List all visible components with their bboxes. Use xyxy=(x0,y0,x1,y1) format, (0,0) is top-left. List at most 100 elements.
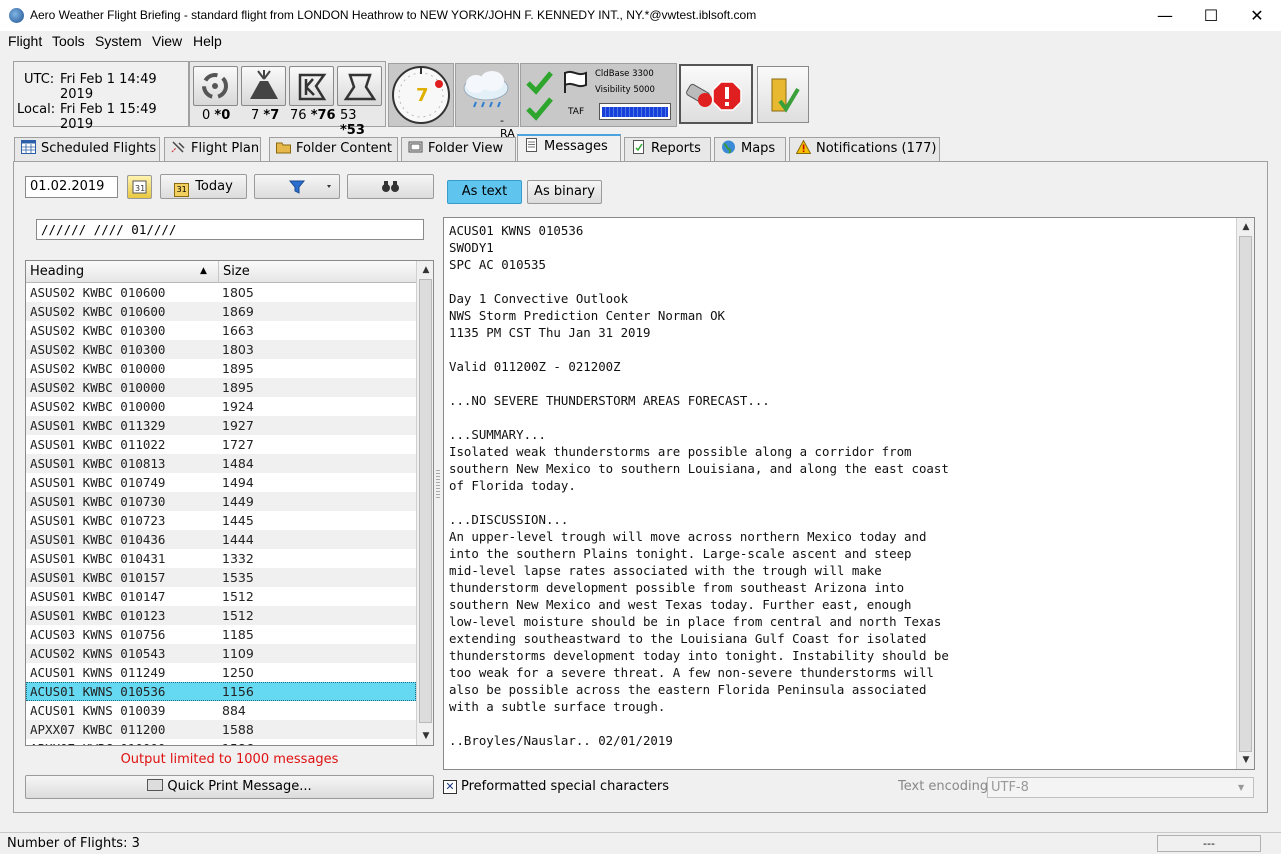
tab-reports[interactable]: Reports xyxy=(624,137,711,161)
tab-scheduled-flights[interactable]: Scheduled Flights xyxy=(14,137,160,161)
row-size: 1109 xyxy=(222,646,254,661)
menu-view[interactable]: View xyxy=(152,33,182,49)
message-list: Heading ▲ Size ASUS02 KWBC 010600 1805 ASU… xyxy=(25,260,434,746)
scroll-thumb[interactable] xyxy=(419,279,432,723)
row-heading: APXX07 KWBC 011200 xyxy=(30,722,166,737)
tab-messages[interactable]: Messages xyxy=(517,134,621,162)
table-row[interactable]: APXX07 KWBC 010000 1586 xyxy=(26,739,416,745)
calendar-icon: 31 xyxy=(132,180,147,194)
binoculars-icon xyxy=(382,181,399,192)
row-heading: ASUS02 KWBC 010300 xyxy=(30,323,166,338)
table-row[interactable]: ASUS01 KWBC 010436 1444 xyxy=(26,530,416,549)
sigmet-button[interactable] xyxy=(289,66,334,106)
status-bar: Number of Flights: 3 --- xyxy=(0,832,1281,854)
tab-label: Messages xyxy=(544,139,608,154)
filter-button[interactable] xyxy=(254,174,340,199)
row-size: 1512 xyxy=(222,589,254,604)
tab-folder-content[interactable]: Folder Content xyxy=(269,137,398,161)
table-row[interactable]: ASUS02 KWBC 010000 1895 xyxy=(26,359,416,378)
table-row[interactable]: ASUS01 KWBC 011329 1927 xyxy=(26,416,416,435)
table-row[interactable]: ACUS01 KWNS 011249 1250 xyxy=(26,663,416,682)
table-row[interactable]: ASUS02 KWBC 010000 1924 xyxy=(26,397,416,416)
folder-icon xyxy=(276,142,291,154)
approve-button[interactable] xyxy=(757,66,809,123)
calendar-button[interactable]: 31 xyxy=(127,175,152,199)
row-heading: ASUS01 KWBC 010123 xyxy=(30,608,166,623)
tab-notifications[interactable]: Notifications (177) xyxy=(789,137,940,161)
tab-maps[interactable]: Maps xyxy=(714,137,786,161)
row-heading: ASUS02 KWBC 010000 xyxy=(30,361,166,376)
window-title: Aero Weather Flight Briefing - standard … xyxy=(30,8,757,22)
check-icon xyxy=(526,71,553,121)
message-text-area[interactable]: ACUS01 KWNS 010536 SWODY1 SPC AC 010535 … xyxy=(443,217,1255,770)
table-row[interactable]: APXX07 KWBC 011200 1588 xyxy=(26,720,416,739)
as-binary-button[interactable]: As binary xyxy=(527,180,602,204)
row-heading: ASUS01 KWBC 011022 xyxy=(30,437,166,452)
menu-help[interactable]: Help xyxy=(193,33,222,49)
printer-icon xyxy=(147,779,164,791)
table-row[interactable]: ASUS01 KWBC 011022 1727 xyxy=(26,435,416,454)
taf-status-panel[interactable]: TAF CldBase 3300 Visibility 5000 xyxy=(520,63,677,127)
time-dial-button[interactable]: 7 xyxy=(388,63,454,127)
row-heading: ACUS01 KWNS 011249 xyxy=(30,665,166,680)
table-row[interactable]: ASUS01 KWBC 010123 1512 xyxy=(26,606,416,625)
table-row[interactable]: ASUS01 KWBC 010157 1535 xyxy=(26,568,416,587)
maximize-button[interactable]: ☐ xyxy=(1188,0,1234,31)
as-text-button[interactable]: As text xyxy=(447,180,522,204)
text-scroll-thumb[interactable] xyxy=(1239,236,1252,752)
table-row[interactable]: ASUS02 KWBC 010300 1663 xyxy=(26,321,416,340)
tab-folder-view[interactable]: Folder View xyxy=(401,137,516,161)
menu-bar: Flight Tools System View Help xyxy=(0,31,1281,53)
size-column-header[interactable]: Size xyxy=(218,261,416,283)
calendar-grid-icon xyxy=(21,140,36,154)
menu-system[interactable]: System xyxy=(95,33,142,49)
heading-filter-input[interactable]: ////// //// 01//// xyxy=(36,219,424,240)
table-row[interactable]: ASUS02 KWBC 010600 1869 xyxy=(26,302,416,321)
table-row[interactable]: ACUS01 KWNS 010536 1156 xyxy=(26,682,416,701)
table-row[interactable]: ASUS01 KWBC 010749 1494 xyxy=(26,473,416,492)
table-row[interactable]: ASUS02 KWBC 010300 1803 xyxy=(26,340,416,359)
text-scroll-up-icon[interactable]: ▲ xyxy=(1238,219,1254,235)
table-row[interactable]: ASUS01 KWBC 010730 1449 xyxy=(26,492,416,511)
local-label: Local: xyxy=(17,102,56,117)
row-heading: ASUS01 KWBC 010730 xyxy=(30,494,166,509)
table-row[interactable]: ASUS01 KWBC 010431 1332 xyxy=(26,549,416,568)
heading-column-header[interactable]: Heading ▲ xyxy=(26,261,218,283)
list-scrollbar[interactable]: ▲ ▼ xyxy=(416,261,433,745)
table-row[interactable]: ACUS01 KWNS 010039 884 xyxy=(26,701,416,720)
row-heading: ACUS01 KWNS 010039 xyxy=(30,703,166,718)
menu-tools[interactable]: Tools xyxy=(52,33,85,49)
scroll-down-icon[interactable]: ▼ xyxy=(418,728,433,744)
table-row[interactable]: ASUS02 KWBC 010000 1895 xyxy=(26,378,416,397)
quick-print-button[interactable]: Quick Print Message... xyxy=(25,775,434,799)
table-row[interactable]: ACUS03 KWNS 010756 1185 xyxy=(26,625,416,644)
airmet-button[interactable] xyxy=(337,66,382,106)
row-size: 1444 xyxy=(222,532,254,547)
tab-label: Scheduled Flights xyxy=(41,141,157,156)
text-scroll-down-icon[interactable]: ▼ xyxy=(1238,752,1254,768)
table-row[interactable]: ASUS01 KWBC 010813 1484 xyxy=(26,454,416,473)
menu-flight[interactable]: Flight xyxy=(8,33,42,49)
splitter-handle[interactable] xyxy=(436,470,440,500)
today-button[interactable]: 31 Today xyxy=(160,174,247,199)
date-field[interactable]: 01.02.2019 xyxy=(25,176,118,198)
table-row[interactable]: ASUS01 KWBC 010147 1512 xyxy=(26,587,416,606)
find-button[interactable] xyxy=(347,174,434,199)
volcano-button[interactable] xyxy=(241,66,286,106)
text-scrollbar[interactable]: ▲ ▼ xyxy=(1236,218,1254,769)
close-button[interactable]: ✕ xyxy=(1234,0,1280,31)
table-row[interactable]: ASUS02 KWBC 010600 1805 xyxy=(26,283,416,302)
alerts-button[interactable] xyxy=(679,64,753,124)
scroll-up-icon[interactable]: ▲ xyxy=(418,262,433,278)
weather-button[interactable]: -RA xyxy=(455,63,519,140)
tab-flight-plan[interactable]: Flight Plan xyxy=(164,137,261,161)
table-row[interactable]: ACUS02 KWNS 010543 1109 xyxy=(26,644,416,663)
count-volcano: 7 *7 xyxy=(251,108,280,123)
encoding-select[interactable]: UTF-8 ▼ xyxy=(987,777,1254,798)
tropical-cyclone-button[interactable] xyxy=(193,66,238,106)
table-row[interactable]: ASUS01 KWBC 010723 1445 xyxy=(26,511,416,530)
count-cyclone: 0 *0 xyxy=(202,108,231,123)
preformatted-checkbox[interactable]: ✕ xyxy=(443,780,457,794)
minimize-button[interactable]: — xyxy=(1142,0,1188,31)
sigmet-icon xyxy=(298,73,327,101)
